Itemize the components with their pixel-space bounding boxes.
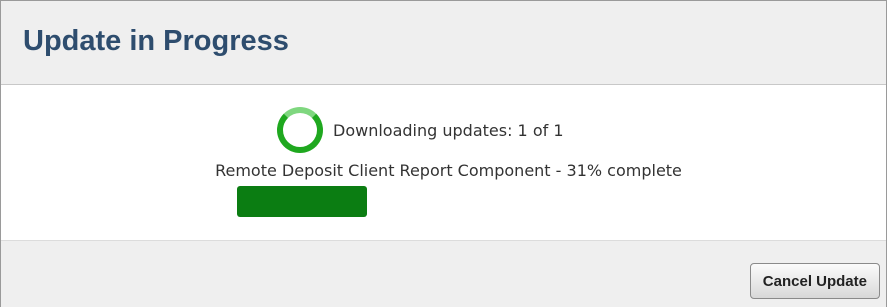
downloading-status-text: Downloading updates: 1 of 1 — [333, 120, 564, 140]
progress-bar-fill — [237, 186, 367, 217]
dialog-body: Downloading updates: 1 of 1 Remote Depos… — [1, 85, 886, 240]
dialog-title: Update in Progress — [23, 25, 289, 57]
status-row: Downloading updates: 1 of 1 — [277, 107, 564, 153]
loading-spinner-icon — [277, 107, 323, 153]
dialog-footer: Cancel Update — [1, 240, 886, 307]
dialog-header: Update in Progress — [1, 1, 886, 85]
progress-bar — [237, 186, 656, 217]
cancel-update-button[interactable]: Cancel Update — [749, 263, 880, 299]
update-dialog: Update in Progress Downloading updates: … — [0, 0, 887, 307]
component-progress-text: Remote Deposit Client Report Component -… — [215, 161, 682, 180]
